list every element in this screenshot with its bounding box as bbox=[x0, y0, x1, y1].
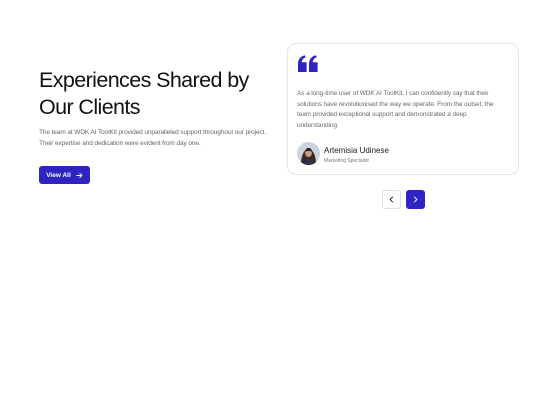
view-all-button[interactable]: View All bbox=[39, 166, 90, 184]
section-title: Experiences Shared by Our Clients bbox=[39, 68, 249, 119]
chevron-left-icon bbox=[389, 196, 394, 203]
previous-testimonial-button[interactable] bbox=[382, 190, 401, 209]
testimonials-section: Experiences Shared by Our Clients The te… bbox=[0, 0, 560, 400]
section-description: The team at WDK AI ToolKit provided unpa… bbox=[39, 129, 267, 147]
avatar bbox=[297, 142, 320, 165]
testimonial-card: As a long-time user of WDK AI ToolKit, I… bbox=[287, 43, 519, 175]
view-all-label: View All bbox=[46, 171, 71, 179]
arrow-right-icon bbox=[76, 172, 83, 178]
chevron-right-icon bbox=[413, 196, 418, 203]
author-role: Marketing Specialist bbox=[324, 158, 369, 164]
next-testimonial-button[interactable] bbox=[406, 190, 425, 209]
testimonial-quote: As a long-time user of WDK AI ToolKit, I… bbox=[297, 90, 494, 129]
author-name: Artemisia Udinese bbox=[324, 146, 389, 155]
quote-icon bbox=[298, 55, 318, 72]
